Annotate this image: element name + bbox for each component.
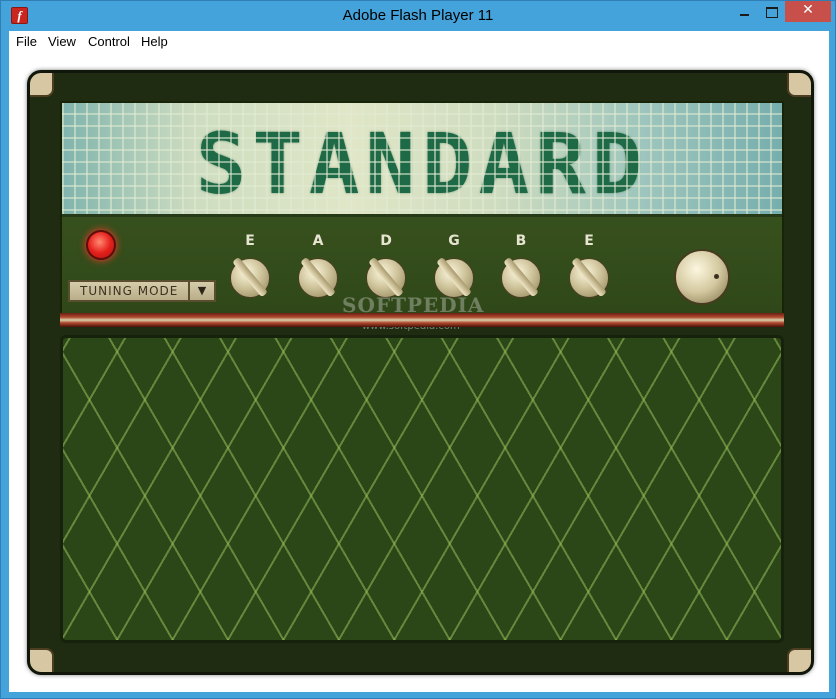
string-knob-b[interactable]	[501, 256, 541, 298]
corner-protector	[30, 73, 54, 97]
string-knob-a[interactable]	[298, 256, 338, 298]
string-label-d: D	[380, 233, 392, 249]
string-knob-g[interactable]	[434, 256, 474, 298]
maximize-button[interactable]	[758, 1, 785, 22]
string-label-e-high: E	[584, 233, 594, 249]
menu-view[interactable]: View	[48, 34, 76, 49]
guitar-amp: STANDARD TUNING MODE ▼ E A D G B E SOFTP…	[27, 70, 814, 675]
menu-bar: File View Control Help	[9, 31, 829, 52]
minimize-button[interactable]	[731, 1, 758, 22]
string-knob-e-low[interactable]	[230, 256, 270, 298]
title-bar[interactable]: f Adobe Flash Player 11 ✕	[1, 1, 835, 31]
string-knob-e-high[interactable]	[569, 256, 609, 298]
knob-pointer	[571, 256, 607, 298]
knob-pointer	[503, 256, 539, 298]
dropdown-arrow-icon[interactable]: ▼	[188, 282, 214, 300]
corner-protector	[787, 648, 811, 672]
string-label-a: A	[312, 233, 324, 249]
window-title: Adobe Flash Player 11	[342, 7, 494, 24]
knob-pointer	[368, 256, 404, 298]
knob-pointer	[232, 256, 268, 298]
app-window: f Adobe Flash Player 11 ✕ File View Cont…	[0, 0, 836, 699]
flash-stage: STANDARD TUNING MODE ▼ E A D G B E SOFTP…	[9, 52, 829, 692]
panel-trim	[60, 313, 784, 327]
string-label-g: G	[448, 233, 460, 249]
tuning-mode-dropdown[interactable]: TUNING MODE ▼	[68, 280, 216, 302]
string-label-e-low: E	[245, 233, 255, 249]
power-led	[86, 230, 116, 260]
string-label-b: B	[515, 233, 527, 249]
corner-protector	[30, 648, 54, 672]
control-panel: STANDARD TUNING MODE ▼ E A D G B E SOFTP…	[60, 101, 784, 332]
menu-help[interactable]: Help	[141, 34, 168, 49]
tuning-mode-label: TUNING MODE	[80, 284, 179, 298]
menu-control[interactable]: Control	[88, 34, 130, 49]
speaker-grille	[60, 335, 784, 643]
corner-protector	[787, 73, 811, 97]
volume-knob[interactable]	[674, 249, 730, 305]
tuning-name: STANDARD	[195, 115, 649, 213]
knob-pointer	[436, 256, 472, 298]
tuning-display: STANDARD	[62, 103, 782, 217]
string-knob-d[interactable]	[366, 256, 406, 298]
close-button[interactable]: ✕	[785, 1, 831, 22]
knob-pointer	[300, 256, 336, 298]
menu-file[interactable]: File	[16, 34, 37, 49]
close-icon: ✕	[802, 2, 814, 18]
